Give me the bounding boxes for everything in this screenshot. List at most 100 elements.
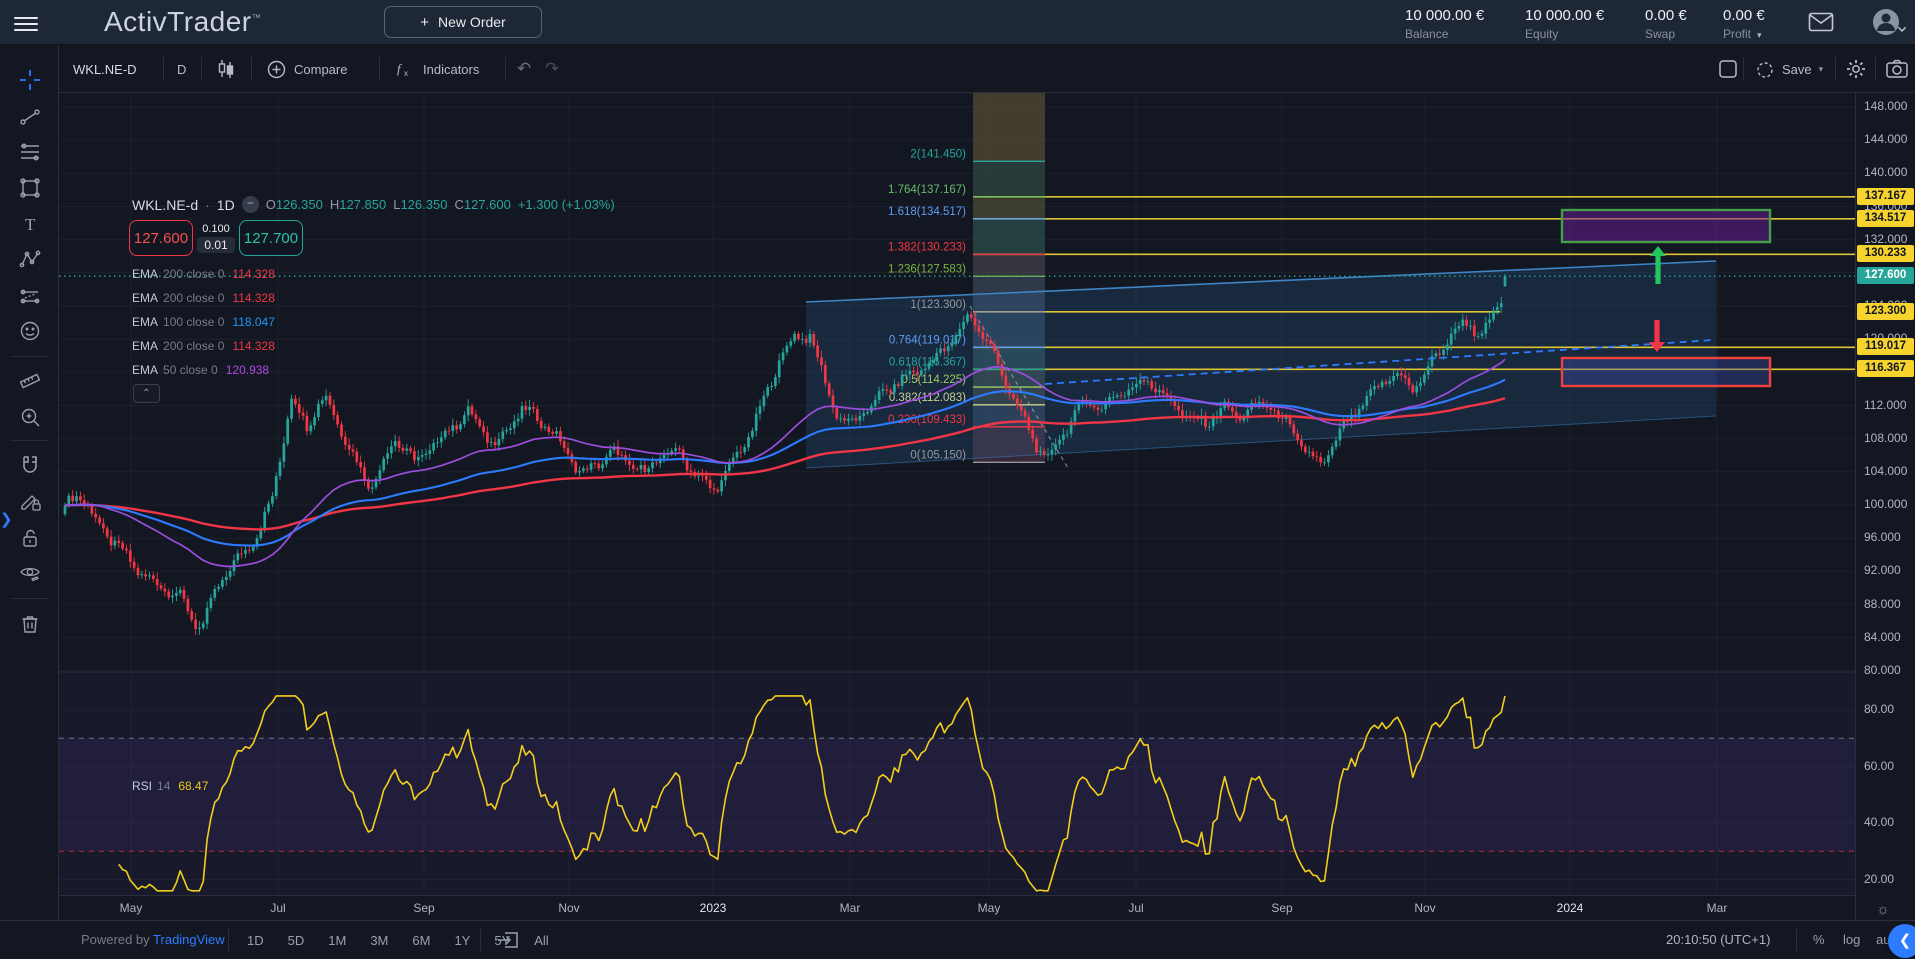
indicators-fx-icon: fx — [395, 59, 415, 79]
fib-level-label: 2(141.450) — [910, 148, 966, 160]
log-scale-toggle[interactable]: log — [1843, 932, 1860, 947]
fib-level-label: 0.382(112.083) — [889, 392, 966, 404]
legend-interval[interactable]: 1D — [217, 197, 235, 213]
panel-collapse-fab[interactable]: ❮ — [1888, 924, 1915, 958]
indicator-row[interactable]: EMA50 close 0120.938 — [132, 363, 269, 380]
interval-button[interactable]: D — [177, 45, 186, 93]
profit-stat[interactable]: 0.00 € Profit▾ — [1723, 7, 1765, 41]
compare-plus-icon — [267, 60, 286, 79]
save-layout-button[interactable]: Save ▾ — [1755, 45, 1823, 93]
account-avatar[interactable] — [1869, 6, 1913, 40]
emoji-tool-icon[interactable] — [17, 318, 43, 344]
svg-text:x: x — [404, 69, 408, 78]
session-clock[interactable]: 20:10:50 (UTC+1) — [1666, 932, 1770, 947]
brightness-icon[interactable]: ☼ — [1876, 901, 1890, 918]
range-button-6m[interactable]: 6M — [405, 930, 437, 951]
symbol-search-button[interactable]: WKL.NE-D — [73, 45, 137, 93]
range-button-5d[interactable]: 5D — [281, 930, 312, 951]
indicator-row[interactable]: EMA200 close 0114.328 — [132, 291, 275, 308]
zoom-in-tool-icon[interactable] — [17, 404, 43, 430]
target-zone-box[interactable] — [1562, 210, 1770, 242]
measure-tool-icon[interactable] — [17, 367, 43, 393]
time-axis-label: May — [120, 901, 143, 915]
layout-select-button[interactable] — [1718, 45, 1738, 93]
text-tool-icon[interactable]: T — [17, 211, 43, 237]
tradingview-link[interactable]: TradingView — [153, 932, 225, 947]
rsi-tick-label: 20.00 — [1864, 872, 1894, 886]
indicator-row[interactable]: EMA200 close 0114.328 — [132, 267, 275, 284]
price-tick-label: 148.000 — [1864, 99, 1907, 113]
level-price-badge: 123.300 — [1857, 303, 1914, 320]
fib-level-label: 0.618(116.367) — [889, 356, 966, 368]
chart-style-button[interactable] — [215, 45, 237, 93]
remove-drawings-tool-icon[interactable] — [17, 610, 43, 636]
compare-button[interactable]: Compare — [267, 45, 347, 93]
time-axis-label: 2024 — [1557, 901, 1584, 915]
price-tick-label: 144.000 — [1864, 132, 1907, 146]
time-axis[interactable]: MayJulSepNov2023MarMayJulSepNov2024Mar — [59, 895, 1855, 920]
price-tick-label: 92.000 — [1864, 563, 1901, 577]
swap-label: Swap — [1645, 27, 1687, 41]
chart-toolbar: WKL.NE-D D Compare fx Indicators ↶ ↷ Sav… — [59, 45, 1915, 93]
sidebar-expand-chevron[interactable]: ❯ — [0, 506, 14, 534]
sidebar-divider — [10, 598, 49, 599]
chart-settings-button[interactable] — [1845, 45, 1867, 93]
chevron-down-icon: ▾ — [1819, 64, 1824, 75]
last-price-badge: 127.600 — [1857, 267, 1914, 284]
fib-band-segment — [973, 197, 1045, 219]
price-chart-canvas[interactable]: 2(141.450)1.764(137.167)1.618(134.517)1.… — [59, 93, 1855, 895]
time-axis-label: Mar — [840, 901, 861, 915]
mail-icon[interactable] — [1808, 11, 1834, 33]
legend-collapse-button[interactable]: ⌃ — [133, 384, 160, 403]
shapes-tool-icon[interactable] — [17, 175, 43, 201]
indicator-row[interactable]: EMA100 close 0118.047 — [132, 315, 275, 332]
price-tick-label: 96.000 — [1864, 530, 1901, 544]
fib-retracement-tool-icon[interactable] — [17, 139, 43, 165]
fib-band-segment — [973, 93, 1045, 161]
collapse-symbol-icon[interactable]: − — [242, 196, 259, 213]
bottom-toolbar: Powered by TradingView 1D5D1M3M6M1Y5YAll… — [0, 920, 1915, 959]
range-button-1d[interactable]: 1D — [240, 930, 271, 951]
range-button-1y[interactable]: 1Y — [447, 930, 477, 951]
range-button-3m[interactable]: 3M — [363, 930, 395, 951]
price-tick-label: 132.000 — [1864, 232, 1907, 246]
pattern-tool-icon[interactable] — [17, 246, 43, 272]
ohlc-close: C127.600 — [454, 197, 510, 212]
chart-area[interactable]: 2(141.450)1.764(137.167)1.618(134.517)1.… — [59, 93, 1855, 895]
app-logo: ActivTrader™ — [104, 6, 261, 38]
new-order-button[interactable]: +New Order — [384, 6, 542, 38]
hamburger-menu-icon[interactable] — [14, 13, 38, 31]
quote-panel: 127.600 0.100 0.01 127.700 — [129, 220, 303, 256]
indicator-row[interactable]: EMA200 close 0114.328 — [132, 339, 275, 356]
range-button-all[interactable]: All — [527, 930, 555, 951]
svg-text:T: T — [25, 215, 36, 234]
indicators-button[interactable]: fx Indicators — [395, 45, 479, 93]
balance-value: 10 000.00 € — [1405, 7, 1484, 24]
time-axis-label: Nov — [558, 901, 579, 915]
undo-button[interactable]: ↶ — [517, 45, 531, 93]
price-tick-label: 80.000 — [1864, 663, 1901, 677]
crosshair-tool-icon[interactable] — [17, 67, 43, 93]
hide-drawings-tool-icon[interactable] — [17, 560, 43, 586]
equity-label: Equity — [1525, 27, 1604, 41]
percent-scale-toggle[interactable]: % — [1813, 932, 1825, 947]
gear-icon — [1845, 58, 1867, 80]
go-to-date-button[interactable] — [496, 929, 520, 951]
chevron-down-icon: ▾ — [1757, 30, 1762, 40]
legend-symbol[interactable]: WKL.NE-d — [132, 197, 198, 213]
drawing-lock-tool-icon[interactable] — [17, 488, 43, 514]
price-tick-label: 112.000 — [1864, 398, 1907, 412]
magnet-tool-icon[interactable] — [17, 451, 43, 477]
drawing-tools-sidebar: T — [0, 45, 59, 920]
stop-zone-box[interactable] — [1562, 358, 1770, 386]
redo-button[interactable]: ↷ — [545, 45, 559, 93]
range-button-1m[interactable]: 1M — [321, 930, 353, 951]
buy-button[interactable]: 127.700 — [239, 220, 303, 256]
sell-button[interactable]: 127.600 — [129, 220, 193, 256]
projection-tool-icon[interactable] — [17, 283, 43, 309]
trend-line-tool-icon[interactable] — [17, 104, 43, 130]
fib-level-label: 1.236(127.583) — [888, 263, 966, 275]
lock-all-tool-icon[interactable] — [17, 525, 43, 551]
price-scale[interactable]: ☼ 148.000144.000140.000136.000132.000128… — [1855, 93, 1915, 920]
snapshot-button[interactable] — [1885, 45, 1909, 93]
